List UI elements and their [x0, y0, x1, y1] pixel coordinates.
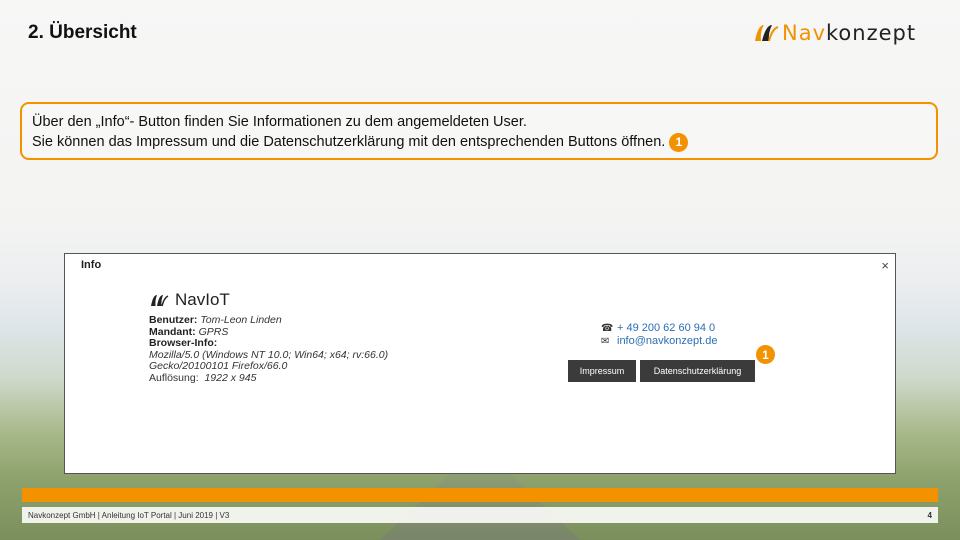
- datenschutz-button[interactable]: Datenschutzerklärung: [640, 360, 755, 382]
- info-dialog: Info × NavIoT Benutzer: Tom-Leon Linden …: [64, 253, 896, 474]
- app-name: NavIoT: [175, 290, 230, 309]
- instruction-callout: Über den „Info“- Button finden Sie Infor…: [20, 102, 938, 160]
- callout-line-1: Über den „Info“- Button finden Sie Infor…: [32, 114, 527, 130]
- dialog-title: Info: [81, 259, 102, 271]
- email-icon: ✉: [601, 336, 610, 347]
- resolution-value: 1922 x 945: [204, 371, 257, 384]
- footer: Navkonzept GmbH | Anleitung IoT Portal |…: [22, 507, 938, 523]
- naviot-logo-icon: [151, 295, 169, 307]
- orange-divider-bar: [22, 488, 938, 502]
- browser-line-2: Gecko/20100101 Firefox/66.0: [149, 360, 288, 372]
- dialog-step-badge: 1: [756, 345, 775, 364]
- logo-text-suffix: konzept: [826, 21, 917, 45]
- page-title: 2. Übersicht: [28, 22, 137, 43]
- navkonzept-logo-icon: [755, 25, 779, 42]
- user-value: Tom-Leon Linden: [200, 314, 282, 326]
- client-value: GPRS: [198, 325, 229, 338]
- phone-icon: ☎: [601, 323, 614, 334]
- user-info-block: Benutzer: Tom-Leon Linden Mandant: GPRS …: [149, 314, 389, 384]
- email-link[interactable]: info@navkonzept.de: [617, 335, 717, 348]
- contact-block: ☎ + 49 200 62 60 94 0 ✉ info@navkonzept.de: [601, 322, 717, 348]
- user-label: Benutzer:: [149, 314, 198, 326]
- impressum-button[interactable]: Impressum: [568, 360, 636, 382]
- close-icon[interactable]: ×: [881, 258, 889, 273]
- step-badge: 1: [669, 132, 689, 152]
- resolution-label: Auflösung:: [149, 371, 199, 384]
- page-number: 4: [927, 510, 932, 520]
- logo-text-prefix: Nav: [782, 21, 827, 45]
- app-logo: NavIoT: [149, 290, 230, 310]
- footer-text: Navkonzept GmbH | Anleitung IoT Portal |…: [28, 510, 230, 520]
- phone-link[interactable]: + 49 200 62 60 94 0: [617, 322, 715, 335]
- dialog-buttons: Impressum Datenschutzerklärung: [568, 360, 755, 382]
- browser-label: Browser-Info:: [149, 337, 218, 349]
- client-label: Mandant:: [149, 325, 196, 338]
- browser-line-1: Mozilla/5.0 (Windows NT 10.0; Win64; x64…: [149, 348, 389, 361]
- callout-line-2: Sie können das Impressum und die Datensc…: [32, 134, 666, 150]
- navkonzept-logo: Navkonzept: [752, 20, 942, 46]
